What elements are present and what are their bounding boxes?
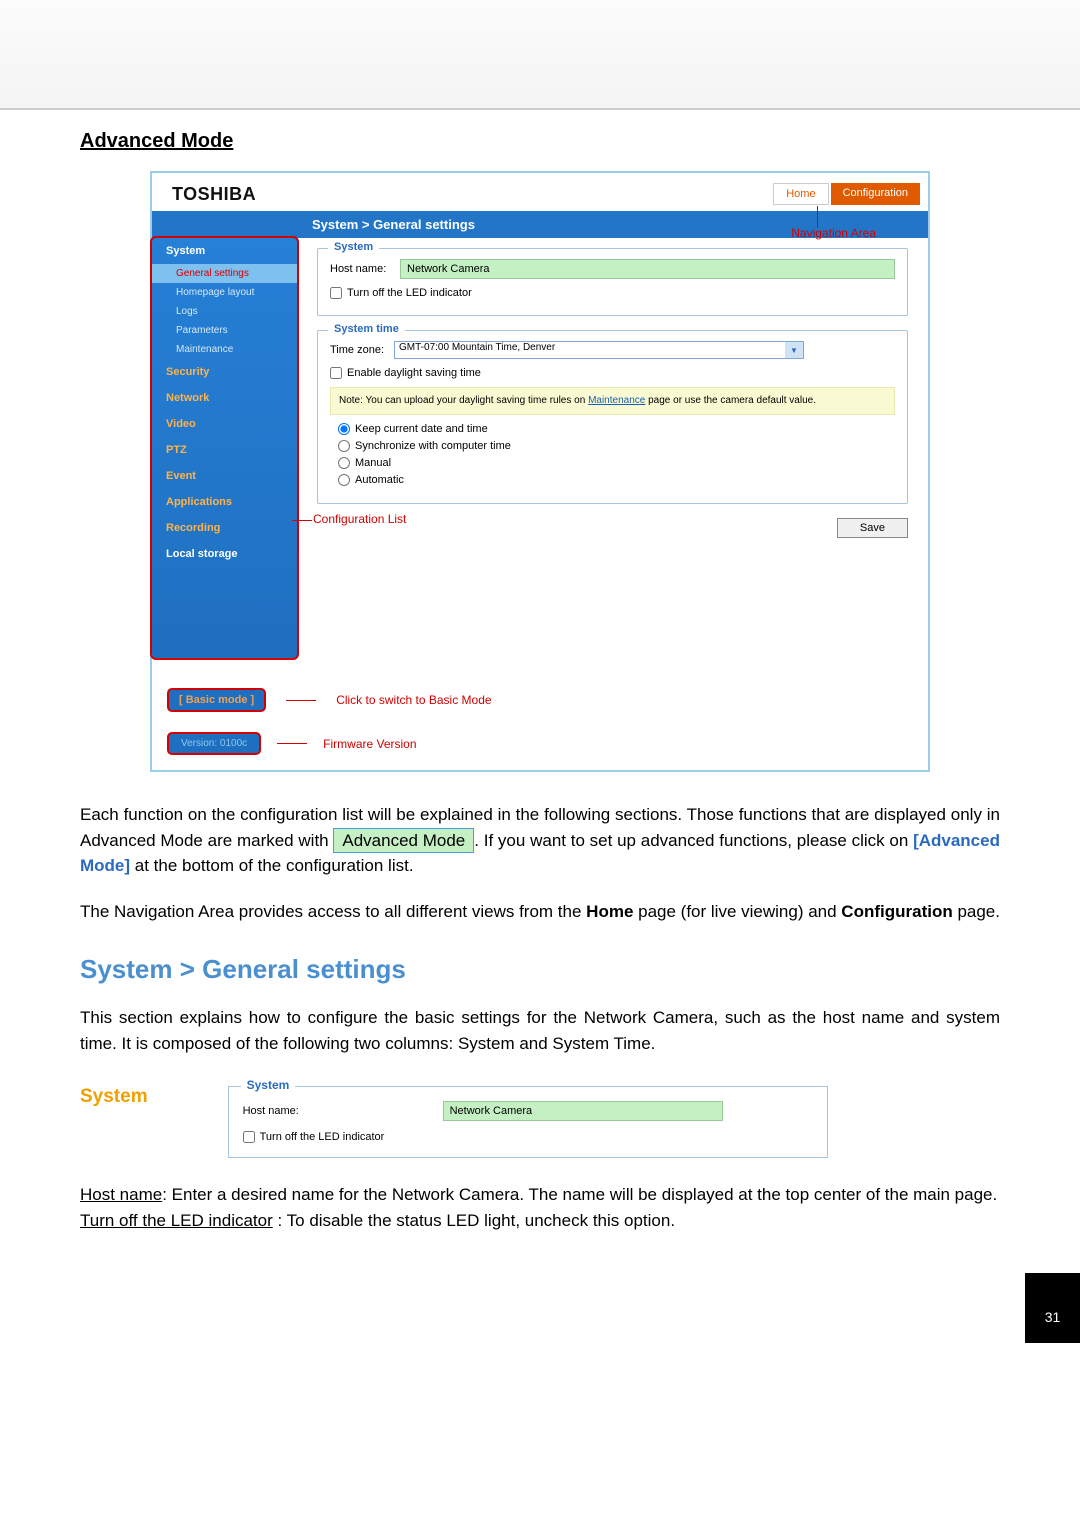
sidebar-item-network[interactable]: Network <box>152 385 297 411</box>
led-label-2: Turn off the LED indicator <box>260 1131 385 1143</box>
config-list-annotation: Configuration List <box>313 512 406 526</box>
version-annotation: Firmware Version <box>323 737 416 751</box>
hostname-label-2: Host name: <box>243 1105 323 1117</box>
hostname-label: Host name: <box>330 263 390 275</box>
definition-hostname: Host name: Enter a desired name for the … <box>80 1182 1000 1208</box>
maintenance-link[interactable]: Maintenance <box>588 395 645 406</box>
section-title: Advanced Mode <box>80 130 1000 153</box>
sidebar-item-homepage[interactable]: Homepage layout <box>152 283 297 302</box>
sidebar-item-local-storage[interactable]: Local storage <box>152 541 297 567</box>
dst-checkbox[interactable] <box>330 367 342 379</box>
advanced-mode-badge: Advanced Mode <box>333 828 474 853</box>
tab-configuration[interactable]: Configuration <box>831 183 920 205</box>
brand-logo: TOSHIBA <box>172 184 256 205</box>
system-fieldset-small: System Host name: Turn off the LED indic… <box>228 1086 828 1158</box>
paragraph-1: Each function on the configuration list … <box>80 802 1000 879</box>
paragraph-3: This section explains how to configure t… <box>80 1005 1000 1056</box>
timezone-select[interactable]: GMT-07:00 Mountain Time, Denver ▼ <box>394 341 804 359</box>
sidebar-item-video[interactable]: Video <box>152 411 297 437</box>
dst-label: Enable daylight saving time <box>347 367 481 379</box>
timezone-value: GMT-07:00 Mountain Time, Denver <box>399 342 555 353</box>
chevron-down-icon: ▼ <box>785 342 803 358</box>
screenshot-frame: TOSHIBA Home Configuration Navigation Ar… <box>150 171 930 772</box>
sidebar-item-security[interactable]: Security <box>152 359 297 385</box>
save-button[interactable]: Save <box>837 518 908 538</box>
hostname-input-2[interactable] <box>443 1101 723 1121</box>
led-checkbox[interactable] <box>330 287 342 299</box>
radio-keep[interactable] <box>338 423 350 435</box>
sidebar-item-system[interactable]: System <box>152 238 297 264</box>
timezone-label: Time zone: <box>330 344 384 356</box>
paragraph-2: The Navigation Area provides access to a… <box>80 899 1000 925</box>
sidebar-item-logs[interactable]: Logs <box>152 302 297 321</box>
radio-auto[interactable] <box>338 474 350 486</box>
radio-manual[interactable] <box>338 457 350 469</box>
sidebar-item-parameters[interactable]: Parameters <box>152 321 297 340</box>
radio-sync[interactable] <box>338 440 350 452</box>
sidebar-item-recording[interactable]: Recording <box>152 515 297 541</box>
tab-home[interactable]: Home <box>773 183 828 205</box>
definition-led: Turn off the LED indicator : To disable … <box>80 1208 1000 1234</box>
sidebar-item-event[interactable]: Event <box>152 463 297 489</box>
sidebar-item-applications[interactable]: Applications <box>152 489 297 515</box>
heading-general-settings: System > General settings <box>80 954 1000 985</box>
note-box: Note: You can upload your daylight savin… <box>330 387 895 415</box>
sidebar-item-ptz[interactable]: PTZ <box>152 437 297 463</box>
led-label: Turn off the LED indicator <box>347 287 472 299</box>
system-time-fieldset: System time Time zone: GMT-07:00 Mountai… <box>317 330 908 504</box>
system-time-legend: System time <box>328 323 405 335</box>
sidebar: System General settings Homepage layout … <box>152 238 297 658</box>
sidebar-item-general[interactable]: General settings <box>152 264 297 283</box>
basic-mode-button[interactable]: [ Basic mode ] <box>167 688 266 712</box>
hostname-input[interactable] <box>400 259 895 279</box>
basic-mode-annotation: Click to switch to Basic Mode <box>336 693 491 707</box>
sidebar-item-maintenance[interactable]: Maintenance <box>152 340 297 359</box>
system-fieldset: System Host name: Turn off the LED indic… <box>317 248 908 316</box>
version-box: Version: 0100c <box>167 732 261 755</box>
led-checkbox-2[interactable] <box>243 1131 255 1143</box>
system-legend-small: System <box>241 1078 296 1092</box>
page-number-tab: 31 <box>1025 1273 1080 1343</box>
system-legend: System <box>328 241 379 253</box>
system-subheader: System <box>80 1086 148 1108</box>
